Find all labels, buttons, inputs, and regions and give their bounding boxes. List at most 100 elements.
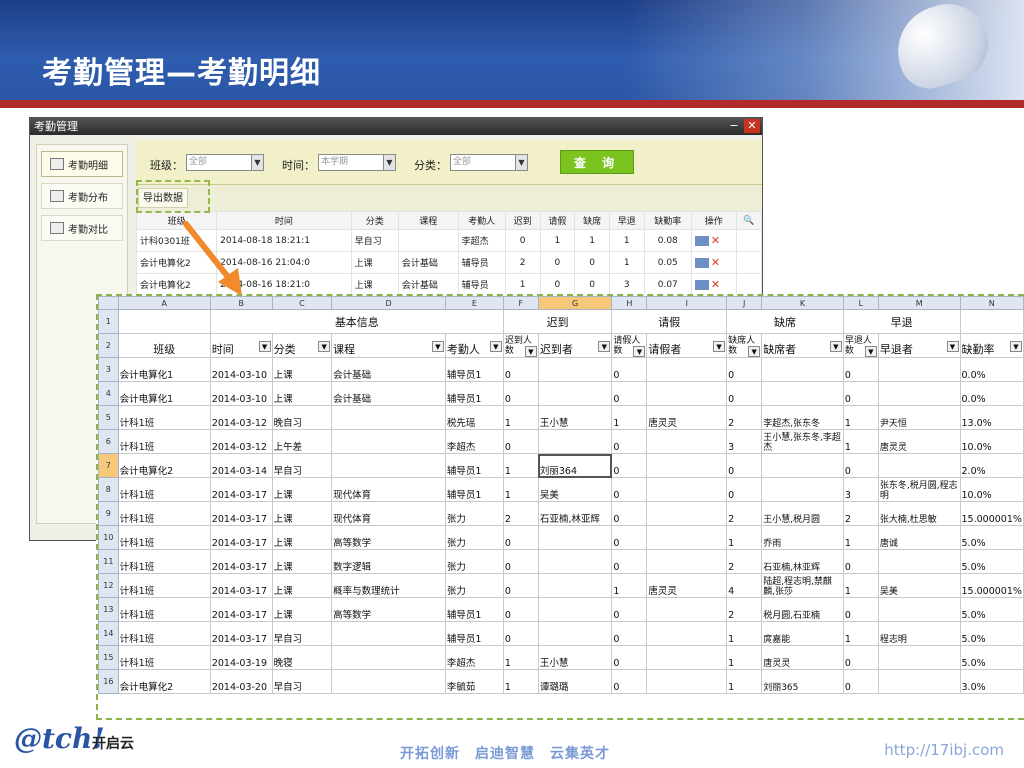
sheet-cell[interactable]: 辅导员1 xyxy=(444,477,504,502)
filter-dropdown-icon[interactable]: ▼ xyxy=(598,341,611,352)
sheet-cell[interactable]: 2014-03-17 xyxy=(209,597,273,622)
sheet-cell[interactable] xyxy=(646,429,728,454)
sheet-cell[interactable]: 上课 xyxy=(271,573,333,598)
sheet-cell[interactable] xyxy=(877,453,961,478)
column-header[interactable]: I xyxy=(646,296,728,310)
row-header[interactable]: 6 xyxy=(98,429,119,454)
grid-header-cell[interactable]: 缺勤率 xyxy=(643,211,692,230)
sheet-cell[interactable]: 0 xyxy=(611,429,648,454)
sheet-cell[interactable]: 张东冬,税月圆,程志明 xyxy=(877,477,961,502)
sheet-cell[interactable]: 晚寝 xyxy=(271,645,333,670)
sheet-cell[interactable]: 1 xyxy=(842,573,879,598)
sheet-cell[interactable] xyxy=(646,597,728,622)
sheet-cell[interactable]: 早自习 xyxy=(271,669,333,694)
sheet-cell[interactable]: 2 xyxy=(726,597,763,622)
sheet-cell[interactable]: 现代体育 xyxy=(331,477,446,502)
grid-header-cell[interactable]: 班级 xyxy=(135,211,218,230)
sheet-cell[interactable]: 数字逻辑 xyxy=(331,549,446,574)
group-header-absent[interactable]: 缺席 xyxy=(726,309,844,334)
sheet-cell[interactable]: 0 xyxy=(842,381,879,406)
filter-dropdown-icon[interactable]: ▼ xyxy=(524,346,537,357)
grid-header-cell[interactable]: 迟到 xyxy=(504,211,541,230)
sheet-cell[interactable] xyxy=(877,669,961,694)
sheet-cell[interactable]: 0 xyxy=(842,597,879,622)
column-header[interactable]: M xyxy=(877,296,961,310)
filter-dropdown-icon[interactable]: ▼ xyxy=(258,341,271,352)
column-title-rate[interactable]: 缺勤率 ▼ xyxy=(959,333,1024,358)
sheet-cell[interactable]: 会计基础 xyxy=(331,357,446,382)
sheet-cell[interactable] xyxy=(646,525,728,550)
row-header[interactable]: 11 xyxy=(98,549,119,574)
column-title-late-count[interactable]: 迟到人数 ▼ xyxy=(502,333,539,358)
row-header[interactable]: 7 xyxy=(98,453,119,478)
sheet-cell[interactable]: 计科1班 xyxy=(117,645,211,670)
sheet-cell[interactable]: 0.0% xyxy=(959,381,1024,406)
sheet-cell[interactable]: 0 xyxy=(611,381,648,406)
sheet-cell[interactable]: 吴美 xyxy=(877,573,961,598)
sheet-cell[interactable]: 0 xyxy=(611,549,648,574)
column-title-leave-names[interactable]: 请假者 ▼ xyxy=(646,333,728,358)
column-header[interactable]: L xyxy=(842,296,879,310)
sheet-cell[interactable] xyxy=(537,525,613,550)
grid-row[interactable]: 计科0301班 2014-08-18 18:21:1 早自习 李超杰 0 1 1 1 0.08 ✕ xyxy=(135,229,763,252)
sheet-cell[interactable]: 上课 xyxy=(271,357,333,382)
sheet-cell[interactable]: 0 xyxy=(842,549,879,574)
sheet-cell[interactable]: 0 xyxy=(502,429,539,454)
column-title-class[interactable]: 班级 xyxy=(117,333,211,358)
column-header[interactable]: C xyxy=(271,296,333,310)
sheet-cell[interactable]: 1 xyxy=(842,525,879,550)
sheet-cell[interactable]: 2 xyxy=(842,501,879,526)
grid-header-cell[interactable]: 时间 xyxy=(216,211,352,230)
sheet-cell[interactable]: 1 xyxy=(502,405,539,430)
sheet-cell[interactable]: 2014-03-12 xyxy=(209,429,273,454)
column-header[interactable]: G xyxy=(537,296,613,310)
sheet-cell[interactable]: 0 xyxy=(611,477,648,502)
sheet-cell[interactable]: 0 xyxy=(726,453,763,478)
group-header-late[interactable]: 迟到 xyxy=(502,309,613,334)
sheet-cell[interactable] xyxy=(331,429,446,454)
sheet-cell[interactable]: 李毓茹 xyxy=(444,669,504,694)
column-title-leave-count[interactable]: 请假人数 ▼ xyxy=(611,333,648,358)
sheet-cell[interactable]: 1 xyxy=(502,477,539,502)
grid-header-cell[interactable]: 考勤人 xyxy=(457,211,506,230)
sheet-cell[interactable]: 税月圆,石亚楠 xyxy=(761,597,844,622)
row-header[interactable]: 15 xyxy=(98,645,119,670)
sheet-cell[interactable]: 唐灵灵 xyxy=(646,573,728,598)
sheet-cell[interactable] xyxy=(761,477,844,502)
sheet-cell[interactable]: 会计电算化1 xyxy=(117,381,211,406)
sheet-cell[interactable]: 1 xyxy=(502,669,539,694)
filter-dropdown-icon[interactable]: ▼ xyxy=(946,341,959,352)
export-button[interactable]: 导出数据 xyxy=(138,188,188,208)
filter-dropdown-icon[interactable]: ▼ xyxy=(431,341,444,352)
sheet-cell[interactable]: 李超杰 xyxy=(444,429,504,454)
row-header[interactable]: 1 xyxy=(98,309,119,334)
sheet-cell[interactable]: 会计电算化1 xyxy=(117,357,211,382)
sheet-cell[interactable]: 1 xyxy=(611,405,648,430)
sheet-cell[interactable] xyxy=(761,381,844,406)
sheet-cell[interactable]: 辅导员1 xyxy=(444,597,504,622)
sheet-cell[interactable]: 计科1班 xyxy=(117,477,211,502)
sheet-cell[interactable]: 1 xyxy=(726,669,763,694)
sheet-cell[interactable]: 0 xyxy=(502,597,539,622)
column-header[interactable]: B xyxy=(209,296,273,310)
sheet-cell[interactable]: 计科1班 xyxy=(117,621,211,646)
grid-header-cell[interactable]: 课程 xyxy=(397,211,459,230)
sheet-cell[interactable] xyxy=(537,357,613,382)
website-url[interactable]: http://17ibj.com xyxy=(884,741,1004,759)
class-select[interactable]: 全部 ▼ xyxy=(186,154,264,171)
sheet-cell[interactable]: 4 xyxy=(726,573,763,598)
sheet-cell[interactable]: 高等数学 xyxy=(331,597,446,622)
column-title-checker[interactable]: 考勤人 ▼ xyxy=(444,333,504,358)
sheet-cell[interactable]: 0 xyxy=(611,501,648,526)
sheet-cell[interactable]: 2014-03-17 xyxy=(209,501,273,526)
row-header[interactable]: 4 xyxy=(98,381,119,406)
grid-header-cell[interactable]: 操作 xyxy=(690,211,737,230)
sheet-cell[interactable]: 张力 xyxy=(444,549,504,574)
sheet-cell[interactable]: 0 xyxy=(842,357,879,382)
sheet-cell[interactable] xyxy=(331,621,446,646)
sheet-cell[interactable] xyxy=(646,645,728,670)
sheet-cell[interactable]: 0 xyxy=(726,477,763,502)
sheet-cell[interactable]: 张大楠,杜思敏 xyxy=(877,501,961,526)
sheet-cell[interactable]: 辅导员1 xyxy=(444,453,504,478)
sheet-cell[interactable]: 上课 xyxy=(271,477,333,502)
